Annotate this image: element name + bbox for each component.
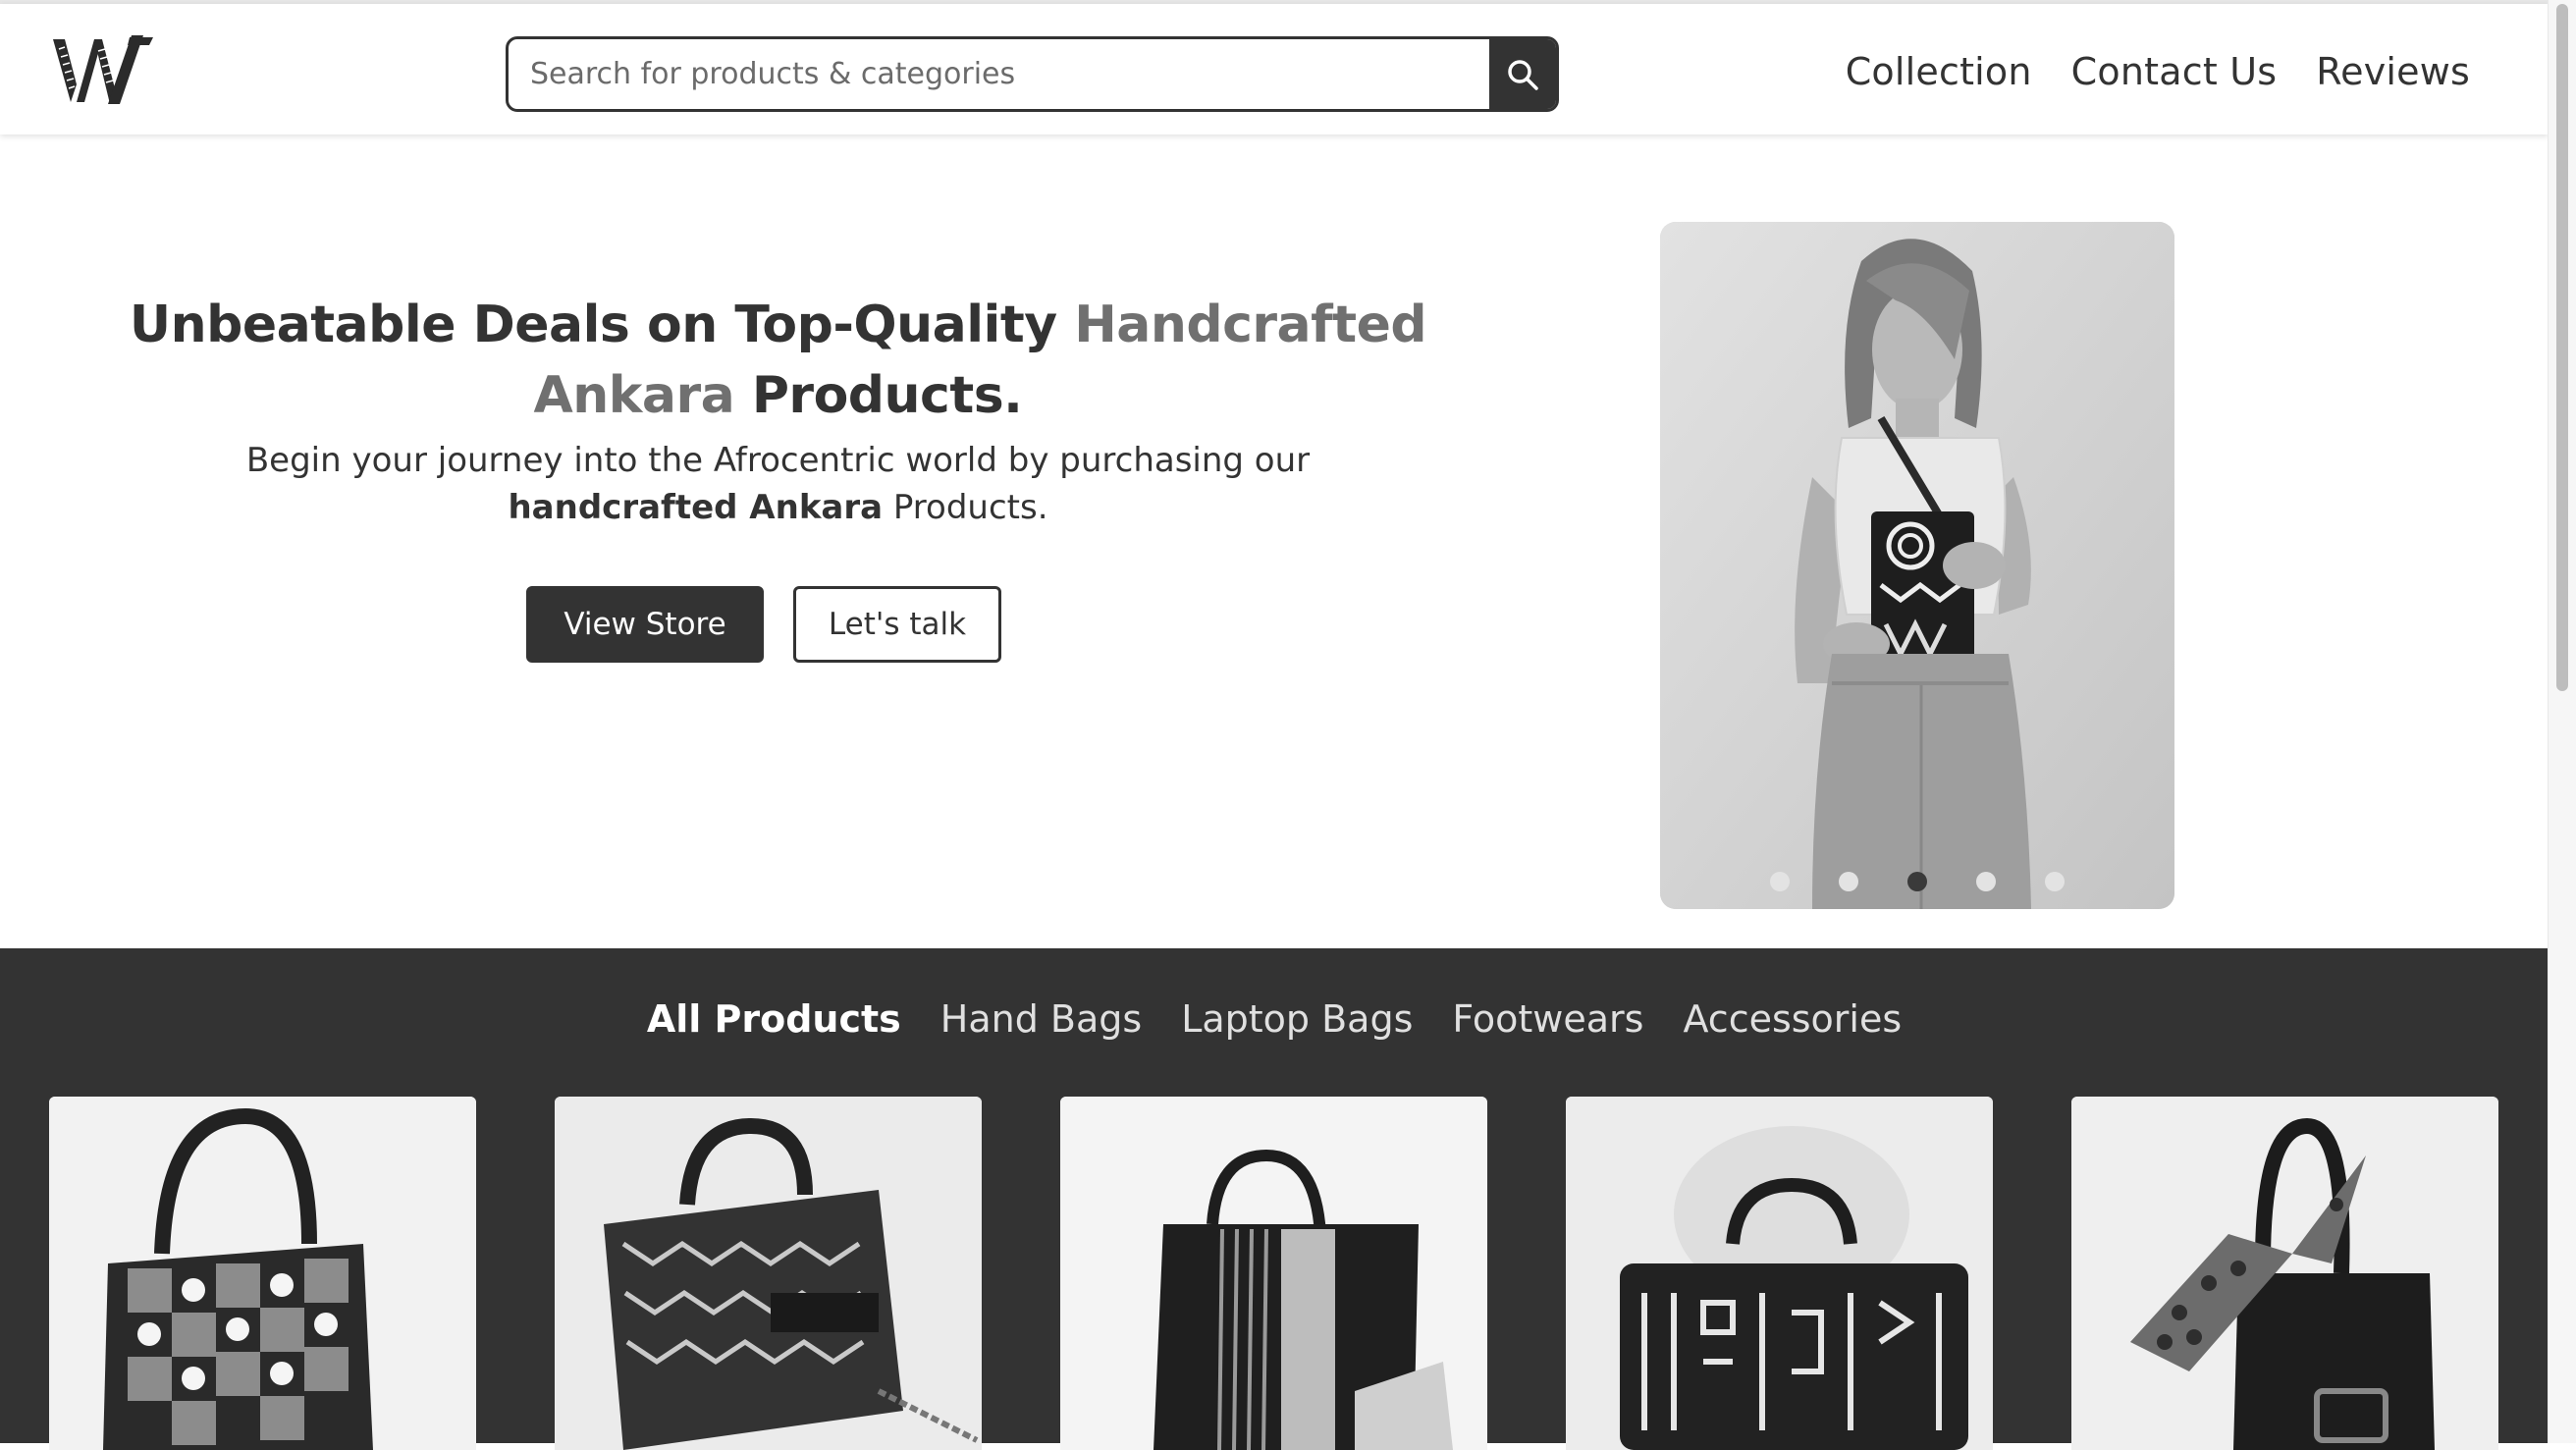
tab-laptop-bags[interactable]: Laptop Bags [1181,997,1413,1041]
search-icon [1508,59,1538,90]
hero-subtitle: Begin your journey into the Afrocentric … [128,437,1428,531]
search-button[interactable] [1489,39,1556,109]
product-image-patterned-handbag [49,1097,476,1450]
product-card-4[interactable] [1566,1097,1993,1450]
product-image-laptop-bag [1566,1097,1993,1450]
product-card-3[interactable] [1060,1097,1487,1450]
carousel-dots [1660,872,2174,891]
nav-contact-us[interactable]: Contact Us [2071,50,2278,93]
product-card-2[interactable] [555,1097,982,1450]
hero-title-part2: Products. [734,366,1023,425]
product-image-bow-handbag [2071,1097,2498,1450]
hero-sub-part1: Begin your journey into the Afrocentric … [245,441,1311,480]
lets-talk-button[interactable]: Let's talk [793,586,1001,663]
product-grid [49,1097,2498,1450]
carousel-dot-5[interactable] [2045,872,2065,891]
hero-carousel[interactable] [1660,222,2174,909]
scrollbar-thumb[interactable] [2556,4,2568,691]
search-bar [506,36,1559,112]
brand-logo[interactable] [51,33,155,110]
tab-footwears[interactable]: Footwears [1452,997,1643,1041]
search-input[interactable] [509,39,1531,109]
hero-sub-bold: handcrafted Ankara [508,488,884,527]
hero-buttons: View Store Let's talk [526,586,1001,663]
hero-title: Unbeatable Deals on Top-Quality Handcraf… [128,290,1428,431]
tab-hand-bags[interactable]: Hand Bags [940,997,1142,1041]
header: Collection Contact Us Reviews [0,4,2549,134]
product-image-striped-tote [1060,1097,1487,1450]
product-image-geometric-clutch [555,1097,982,1450]
page-scrollbar[interactable] [2548,0,2576,1443]
hero-title-part1: Unbeatable Deals on Top-Quality [129,295,1075,354]
carousel-dot-2[interactable] [1839,872,1858,891]
tab-all-products[interactable]: All Products [647,997,901,1041]
category-tabs: All Products Hand Bags Laptop Bags Footw… [0,997,2549,1041]
product-card-1[interactable] [49,1097,476,1450]
carousel-dot-3[interactable] [1907,872,1927,891]
nav-collection[interactable]: Collection [1846,50,2032,93]
hero-content: Unbeatable Deals on Top-Quality Handcraf… [128,290,1428,531]
products-section: All Products Hand Bags Laptop Bags Footw… [0,948,2549,1450]
carousel-dot-4[interactable] [1976,872,1996,891]
product-card-5[interactable] [2071,1097,2498,1450]
main-nav: Collection Contact Us Reviews [1846,50,2470,93]
carousel-dot-1[interactable] [1770,872,1790,891]
carousel-image [1660,222,2174,909]
hero-sub-part2: Products. [883,488,1048,527]
tab-accessories[interactable]: Accessories [1683,997,1902,1041]
view-store-button[interactable]: View Store [526,586,764,663]
nav-reviews[interactable]: Reviews [2316,50,2470,93]
